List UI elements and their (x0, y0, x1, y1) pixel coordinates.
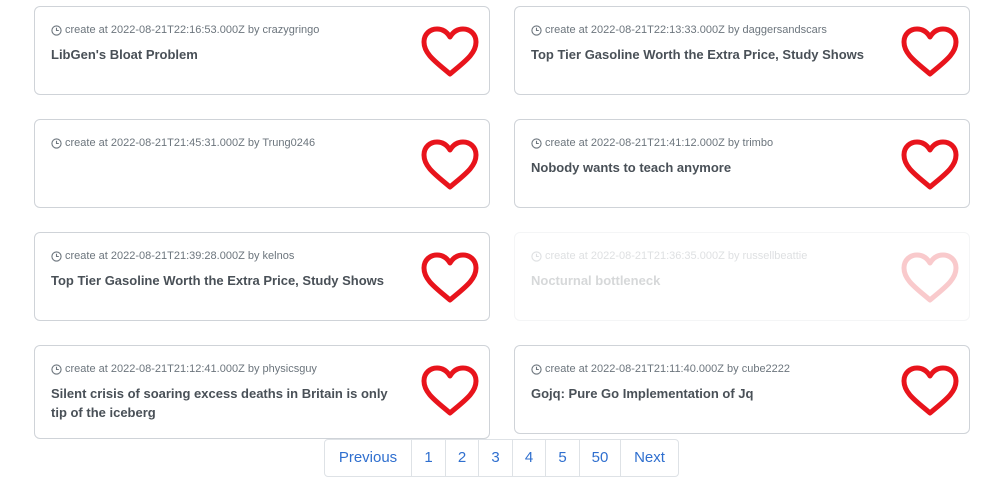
post-title[interactable]: Gojq: Pure Go Implementation of Jq (531, 384, 886, 403)
clock-icon (51, 137, 62, 149)
post-title[interactable]: Nobody wants to teach anymore (531, 158, 886, 177)
post-card: create at 2022-08-21T21:41:12.000Z by tr… (514, 119, 970, 208)
previous-page-button[interactable]: Previous (325, 440, 411, 476)
post-card: create at 2022-08-21T22:13:33.000Z by da… (514, 6, 970, 95)
page-4-button[interactable]: 4 (512, 440, 545, 476)
post-meta: create at 2022-08-21T21:41:12.000Z by tr… (545, 137, 774, 149)
post-card: create at 2022-08-21T21:12:41.000Z by ph… (34, 345, 490, 439)
post-meta: create at 2022-08-21T22:13:33.000Z by da… (545, 24, 827, 36)
clock-icon (531, 250, 542, 262)
post-title[interactable]: Nocturnal bottleneck (531, 271, 886, 290)
heart-icon[interactable] (420, 365, 480, 418)
heart-icon[interactable] (900, 365, 960, 418)
clock-icon (51, 363, 62, 375)
post-meta: create at 2022-08-21T21:39:28.000Z by ke… (65, 250, 295, 262)
pagination: Previous 1 2 3 4 5 50 Next (324, 439, 679, 477)
post-title[interactable]: LibGen's Bloat Problem (51, 45, 406, 64)
post-card: create at 2022-08-21T21:45:31.000Z by Tr… (34, 119, 490, 208)
page-1-button[interactable]: 1 (411, 440, 445, 476)
post-meta: create at 2022-08-21T21:45:31.000Z by Tr… (65, 137, 316, 149)
heart-icon[interactable] (420, 26, 480, 79)
post-meta: create at 2022-08-21T21:11:40.000Z by cu… (545, 363, 791, 375)
page-2-button[interactable]: 2 (445, 440, 478, 476)
clock-icon (531, 363, 542, 375)
post-meta: create at 2022-08-21T21:12:41.000Z by ph… (65, 363, 317, 375)
page-5-button[interactable]: 5 (545, 440, 579, 476)
page-50-button[interactable]: 50 (579, 440, 620, 476)
heart-icon[interactable] (900, 139, 960, 192)
post-card: create at 2022-08-21T21:36:35.000Z by ru… (514, 232, 970, 321)
heart-icon[interactable] (900, 26, 960, 79)
post-card: create at 2022-08-21T21:39:28.000Z by ke… (34, 232, 490, 321)
post-meta: create at 2022-08-21T22:16:53.000Z by cr… (65, 24, 320, 36)
clock-icon (531, 137, 542, 149)
post-title[interactable]: Silent crisis of soaring excess deaths i… (51, 384, 406, 422)
clock-icon (51, 24, 62, 36)
clock-icon (51, 250, 62, 262)
post-title[interactable]: Top Tier Gasoline Worth the Extra Price,… (531, 45, 886, 64)
heart-icon[interactable] (420, 139, 480, 192)
clock-icon (531, 24, 542, 36)
post-card: create at 2022-08-21T22:16:53.000Z by cr… (34, 6, 490, 95)
next-page-button[interactable]: Next (620, 440, 678, 476)
post-meta: create at 2022-08-21T21:36:35.000Z by ru… (545, 250, 808, 262)
page-3-button[interactable]: 3 (478, 440, 512, 476)
heart-icon[interactable] (900, 252, 960, 305)
post-card: create at 2022-08-21T21:11:40.000Z by cu… (514, 345, 970, 434)
heart-icon[interactable] (420, 252, 480, 305)
post-title[interactable]: Top Tier Gasoline Worth the Extra Price,… (51, 271, 406, 290)
